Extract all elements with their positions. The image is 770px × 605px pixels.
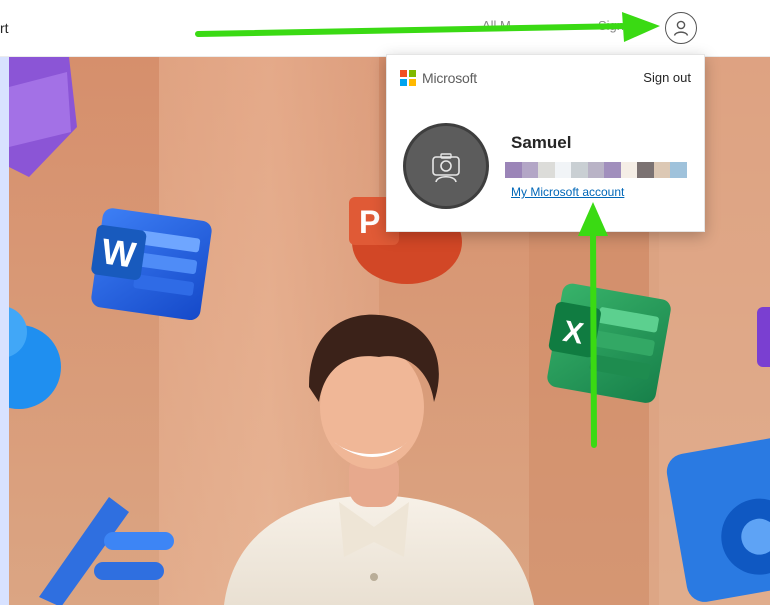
- camera-person-icon: [432, 153, 460, 183]
- email-redacted: [505, 162, 688, 178]
- profile-button[interactable]: [665, 12, 697, 44]
- my-microsoft-account-link[interactable]: My Microsoft account: [511, 185, 624, 199]
- account-user-name: Samuel: [511, 133, 572, 152]
- nav-ghost-link-all[interactable]: All M: [482, 18, 511, 33]
- svg-text:P: P: [359, 204, 380, 240]
- left-edge-strip: [0, 57, 9, 605]
- nav-cut-off-text[interactable]: rt: [0, 20, 9, 36]
- microsoft-logo-icon: [400, 70, 416, 86]
- excel-icon: X: [547, 283, 671, 403]
- sign-out-link[interactable]: Sign out: [643, 70, 691, 85]
- profile-photo-placeholder[interactable]: [403, 123, 489, 209]
- microsoft-brand-text: Microsoft: [422, 70, 477, 86]
- person-circle-icon: [673, 20, 689, 36]
- onenote-icon: [757, 307, 770, 367]
- nav-ghost-link-signin[interactable]: Sign in: [598, 18, 638, 33]
- top-navigation-bar: rt All M Sign in: [0, 0, 770, 57]
- account-manager-popup: Microsoft Sign out Samuel My Microsoft a…: [386, 54, 705, 232]
- svg-text:W: W: [99, 230, 138, 275]
- word-icon: W: [91, 208, 212, 321]
- microsoft-logo: Microsoft: [400, 70, 477, 86]
